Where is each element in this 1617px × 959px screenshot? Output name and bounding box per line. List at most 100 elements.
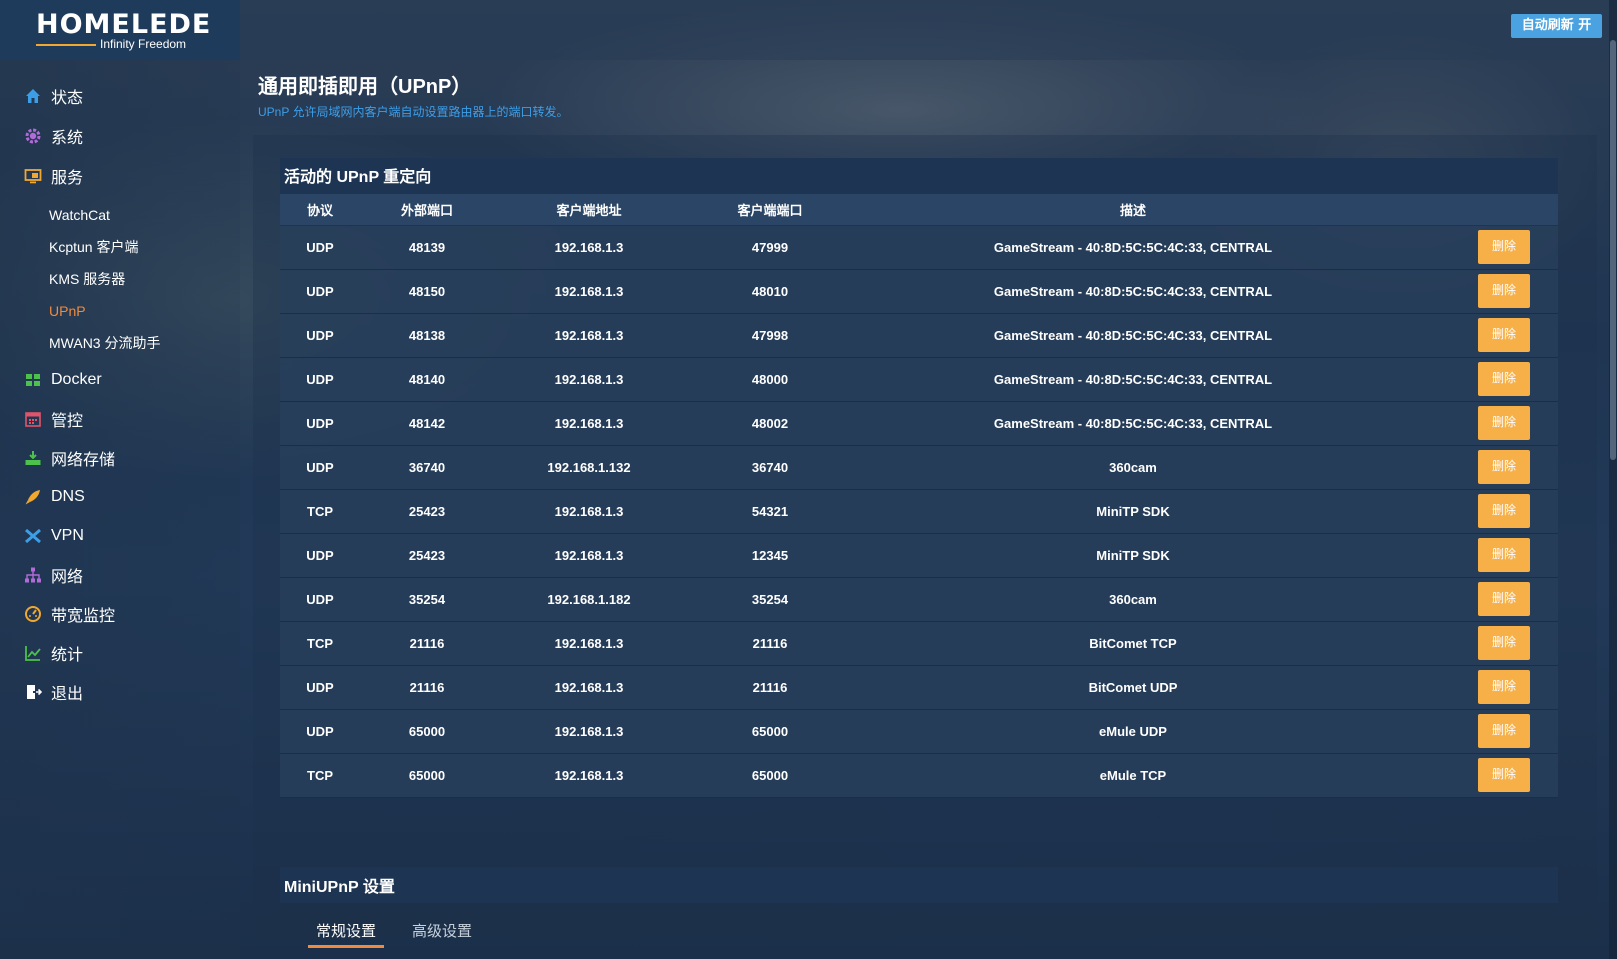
sidebar-subitem-kcptun[interactable]: Kcptun 客户端 [49,235,138,259]
table-row: UDP 65000 192.168.1.3 65000 eMule UDP 删除 [280,709,1558,754]
cell-client-address: 192.168.1.3 [494,489,684,534]
delete-button[interactable]: 删除 [1478,406,1530,440]
cell-client-address: 192.168.1.3 [494,357,684,402]
sidebar-item-vpn[interactable]: VPN [24,521,84,551]
redirects-section-title: 活动的 UPnP 重定向 [284,169,432,186]
sidebar-subitem-watchcat[interactable]: WatchCat [49,203,110,227]
cell-client-address: 192.168.1.3 [494,753,684,798]
cell-protocol: UDP [280,709,360,754]
table-row: UDP 48138 192.168.1.3 47998 GameStream -… [280,313,1558,358]
delete-button[interactable]: 删除 [1478,538,1530,572]
cell-external-port: 21116 [360,621,494,666]
cell-protocol: UDP [280,313,360,358]
cell-external-port: 48138 [360,313,494,358]
sidebar-item-bandwidth[interactable]: 带宽监控 [24,599,115,629]
cell-external-port: 48142 [360,401,494,446]
delete-button[interactable]: 删除 [1478,670,1530,704]
cell-client-port: 54321 [684,489,856,534]
cell-description: eMule UDP [856,709,1410,754]
sidebar-item-label: Docker [51,371,102,388]
cell-client-address: 192.168.1.182 [494,577,684,622]
table-row: TCP 25423 192.168.1.3 54321 MiniTP SDK 删… [280,489,1558,534]
cell-protocol: UDP [280,357,360,402]
tab-general-settings[interactable]: 常规设置 [308,920,385,948]
cell-external-port: 36740 [360,445,494,490]
top-bar [0,0,1617,60]
sidebar-subitem-kms[interactable]: KMS 服务器 [49,267,125,291]
delete-button[interactable]: 删除 [1478,450,1530,484]
cell-client-port: 48010 [684,269,856,314]
sidebar-item-control[interactable]: 管控 [24,404,83,434]
cell-description: 360cam [856,577,1410,622]
delete-button[interactable]: 删除 [1478,626,1530,660]
sidebar-subitem-upnp[interactable]: UPnP [49,299,86,323]
table-row: TCP 21116 192.168.1.3 21116 BitComet TCP… [280,621,1558,666]
column-header-client-port: 客户端端口 [684,194,856,226]
sidebar-item-system[interactable]: 系统 [24,121,83,151]
logo-text: HOMELEDE [36,9,212,40]
cell-client-address: 192.168.1.3 [494,313,684,358]
delete-button[interactable]: 删除 [1478,318,1530,352]
scrollbar-thumb[interactable] [1610,40,1616,460]
cell-client-port: 21116 [684,621,856,666]
delete-button[interactable]: 删除 [1478,758,1530,792]
delete-button[interactable]: 删除 [1478,582,1530,616]
sidebar-item-label: DNS [51,488,85,505]
column-header-protocol: 协议 [280,194,360,226]
cell-actions: 删除 [1410,225,1558,270]
cell-client-port: 65000 [684,709,856,754]
sidebar-item-status[interactable]: 状态 [24,81,83,111]
delete-button[interactable]: 删除 [1478,494,1530,528]
cell-actions: 删除 [1410,489,1558,534]
network-icon [24,566,42,584]
auto-refresh-button[interactable]: 自动刷新 开 [1511,14,1602,38]
cell-description: BitComet TCP [856,621,1410,666]
delete-button[interactable]: 删除 [1478,362,1530,396]
sidebar-item-label: 统计 [51,647,84,664]
sidebar-item-label: 带宽监控 [51,608,116,625]
sidebar-item-statistics[interactable]: 统计 [24,638,83,668]
page-title: 通用即插即用（UPnP） [258,76,472,98]
cell-external-port: 65000 [360,753,494,798]
miniupnp-section-title: MiniUPnP 设置 [284,879,395,896]
cell-external-port: 21116 [360,665,494,710]
sidebar-item-dns[interactable]: DNS [24,482,85,512]
cell-description: 360cam [856,445,1410,490]
sidebar-item-services[interactable]: 服务 [24,161,83,191]
cell-protocol: UDP [280,445,360,490]
column-header-description: 描述 [856,194,1410,226]
cell-external-port: 25423 [360,489,494,534]
gear-icon [24,127,42,145]
logo[interactable]: HOMELEDE Infinity Freedom [0,0,240,60]
sidebar-item-network[interactable]: 网络 [24,560,83,590]
cell-client-port: 65000 [684,753,856,798]
table-row: UDP 48139 192.168.1.3 47999 GameStream -… [280,225,1558,270]
sidebar-item-nas[interactable]: 网络存储 [24,443,115,473]
cell-external-port: 35254 [360,577,494,622]
logo-underline [36,44,96,46]
docker-icon [24,371,42,389]
sidebar-item-docker[interactable]: Docker [24,365,102,395]
delete-button[interactable]: 删除 [1478,230,1530,264]
cell-protocol: TCP [280,753,360,798]
sidebar-subitem-mwan3[interactable]: MWAN3 分流助手 [49,331,160,355]
delete-button[interactable]: 删除 [1478,714,1530,748]
cell-description: BitComet UDP [856,665,1410,710]
calendar-icon [24,410,42,428]
cell-client-port: 36740 [684,445,856,490]
cell-protocol: UDP [280,665,360,710]
cell-actions: 删除 [1410,357,1558,402]
table-row: UDP 21116 192.168.1.3 21116 BitComet UDP… [280,665,1558,710]
cell-actions: 删除 [1410,313,1558,358]
cell-protocol: UDP [280,401,360,446]
table-row: UDP 35254 192.168.1.182 35254 360cam 删除 [280,577,1558,622]
cell-description: GameStream - 40:8D:5C:5C:4C:33, CENTRAL [856,357,1410,402]
cell-client-address: 192.168.1.3 [494,225,684,270]
column-header-client-address: 客户端地址 [494,194,684,226]
cell-description: GameStream - 40:8D:5C:5C:4C:33, CENTRAL [856,401,1410,446]
sidebar-item-label: 网络存储 [51,452,116,469]
cell-client-address: 192.168.1.3 [494,621,684,666]
delete-button[interactable]: 删除 [1478,274,1530,308]
tab-advanced-settings[interactable]: 高级设置 [412,920,472,948]
sidebar-item-logout[interactable]: 退出 [24,677,83,707]
